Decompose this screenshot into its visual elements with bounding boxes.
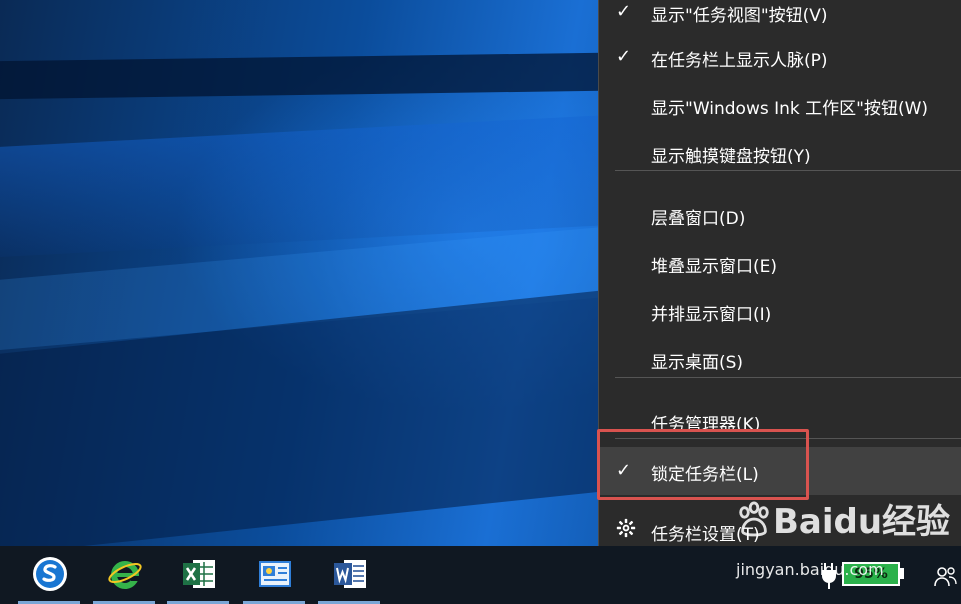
menu-item-cascade-windows[interactable]: 层叠窗口(D) <box>599 191 961 239</box>
menu-item-label: 堆叠显示窗口(E) <box>651 257 778 277</box>
gear-icon <box>616 518 636 538</box>
menu-item-label: 在任务栏上显示人脉(P) <box>651 51 828 71</box>
baidu-paw-logo <box>739 501 769 537</box>
menu-item-stack-windows[interactable]: 堆叠显示窗口(E) <box>599 239 961 287</box>
menu-item-label: 显示触摸键盘按钮(Y) <box>651 147 811 167</box>
battery-tip <box>900 568 904 579</box>
word-icon <box>334 560 366 588</box>
menu-item-show-people[interactable]: ✓ 在任务栏上显示人脉(P) <box>599 33 961 81</box>
taskbar-app-word[interactable] <box>318 546 380 604</box>
people-icon[interactable] <box>934 566 958 588</box>
baidu-watermark: Baidu经验 <box>735 494 950 543</box>
menu-item-show-windows-ink[interactable]: 显示"Windows Ink 工作区"按钮(W) <box>599 81 961 129</box>
menu-item-show-desktop[interactable]: 显示桌面(S) <box>599 335 961 383</box>
menu-separator <box>615 170 961 171</box>
taskbar-app-excel[interactable] <box>167 546 229 604</box>
menu-item-label: 层叠窗口(D) <box>651 209 746 229</box>
menu-item-label: 并排显示窗口(I) <box>651 305 772 325</box>
watermark-url: jingyan.baidu.com <box>736 560 884 579</box>
taskbar-app-sogou-browser[interactable] <box>18 546 80 604</box>
annotation-highlight-box <box>597 429 809 500</box>
menu-separator <box>615 377 961 378</box>
menu-item-label: 显示"任务视图"按钮(V) <box>651 6 828 26</box>
sogou-browser-icon <box>33 557 67 591</box>
check-icon: ✓ <box>616 1 632 22</box>
check-icon: ✓ <box>616 46 632 67</box>
watermark-text: Baidu经验 <box>773 502 951 542</box>
taskbar-app-onenote[interactable] <box>243 546 305 604</box>
excel-icon <box>183 560 215 588</box>
taskbar-app-ie[interactable] <box>93 546 155 604</box>
menu-item-label: 显示桌面(S) <box>651 353 744 373</box>
menu-item-side-by-side[interactable]: 并排显示窗口(I) <box>599 287 961 335</box>
ie-browser-icon <box>108 561 142 589</box>
onenote-icon <box>259 561 291 587</box>
menu-item-label: 显示"Windows Ink 工作区"按钮(W) <box>651 99 929 119</box>
menu-item-show-task-view[interactable]: ✓ 显示"任务视图"按钮(V) <box>599 0 961 36</box>
